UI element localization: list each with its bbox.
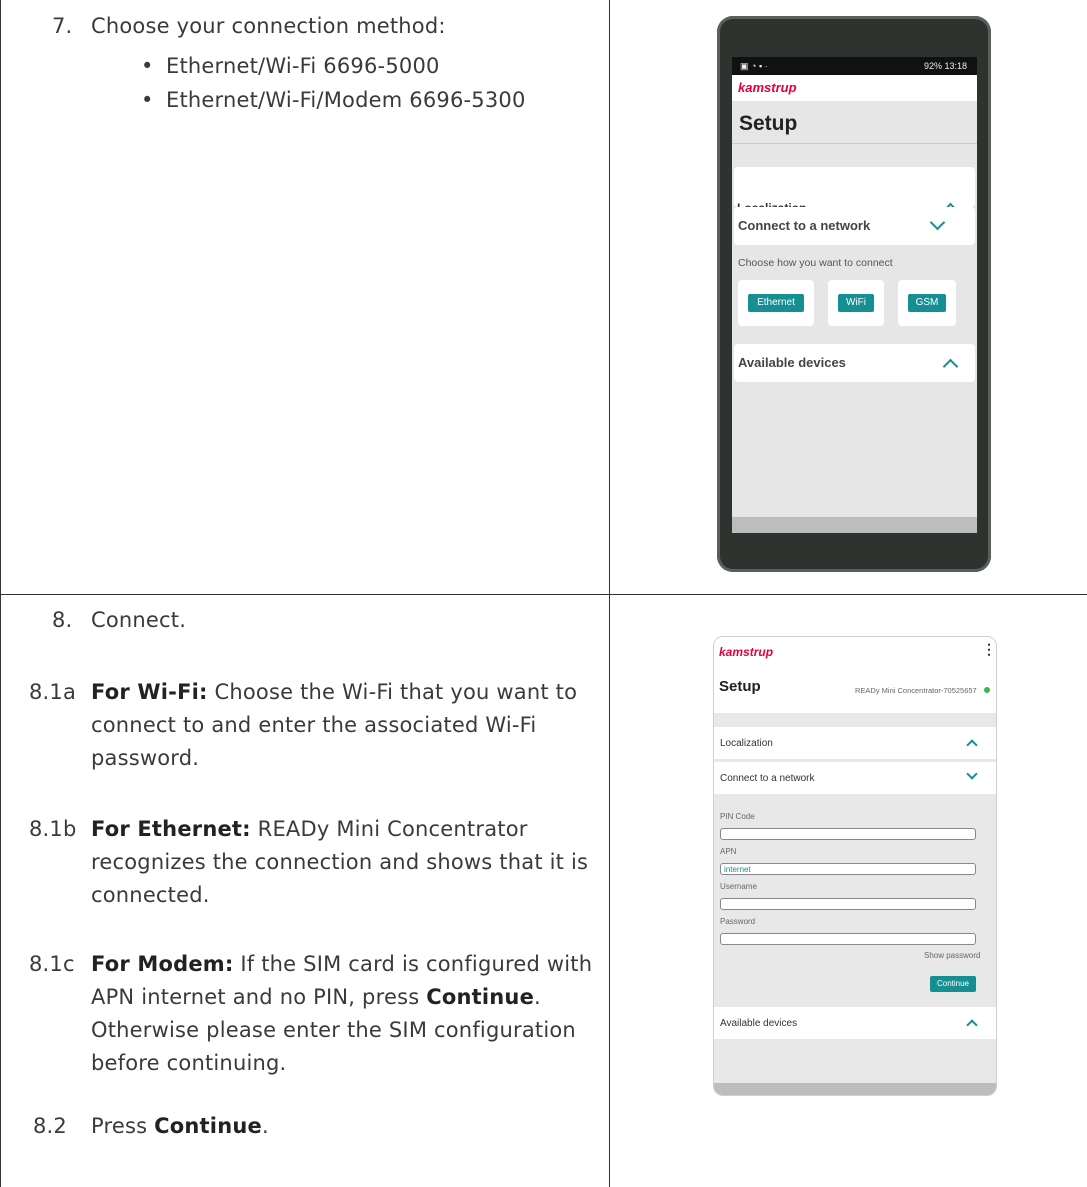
app-header: kamstrup	[732, 75, 977, 101]
step8-1b-line1: For Ethernet: READy Mini Concentrator	[91, 813, 528, 846]
continue-button[interactable]: Continue	[930, 976, 976, 992]
modem-text: If the SIM card is configured with	[240, 952, 593, 976]
step7-text: Choose your connection method:	[91, 14, 446, 38]
table-row-divider	[0, 594, 1087, 595]
connect-network-label: Connect to a network	[738, 218, 871, 233]
ethernet-label: For Ethernet:	[91, 817, 251, 841]
apn-field[interactable]: internet	[720, 863, 976, 875]
brand-logo: kamstrup	[738, 80, 797, 95]
connect-prompt: Choose how you want to connect	[738, 257, 893, 269]
gsm-option-card[interactable]: GSM	[898, 280, 956, 326]
show-password-link[interactable]: Show password	[924, 951, 980, 960]
app-screenshot: kamstrup ⋮ Setup READy Mini Concentrator…	[713, 636, 997, 1096]
wifi-button[interactable]: WiFi	[838, 294, 874, 312]
apn-label: APN	[720, 847, 737, 856]
step8-number: 8.	[52, 608, 73, 632]
page-title: Setup	[719, 678, 761, 695]
step8-text: Connect.	[91, 608, 187, 632]
step8-1a-line2: connect to and enter the associated Wi-F…	[91, 713, 537, 737]
notification-icons: ▣ ◔ ▪ ·	[740, 61, 768, 71]
step8-1c-line4: before continuing.	[91, 1051, 287, 1075]
step8-1a-line1: For Wi-Fi: Choose the Wi-Fi that you wan…	[91, 676, 577, 709]
localization-card[interactable]: Localization	[714, 727, 996, 759]
username-field[interactable]	[720, 898, 976, 910]
continue-ref: Continue	[154, 1114, 262, 1138]
ethernet-text: READy Mini Concentrator	[257, 817, 528, 841]
step8-2-number: 8.2	[33, 1114, 67, 1138]
step8-2-line: Press Continue.	[91, 1114, 269, 1138]
chevron-down-icon[interactable]	[929, 214, 946, 231]
localization-partial-label: Localization	[737, 197, 806, 207]
bullet-icon: •	[141, 88, 154, 112]
step8-1c-number: 8.1c	[29, 952, 75, 976]
ethernet-button[interactable]: Ethernet	[748, 294, 804, 312]
modem-text-2: APN internet and no PIN, press	[91, 985, 420, 1009]
connect-network-card[interactable]: Connect to a network	[714, 762, 996, 794]
step7-bullet-1: Ethernet/Wi-Fi 6696-5000	[166, 54, 440, 78]
password-field[interactable]	[720, 933, 976, 945]
chevron-up-icon[interactable]	[966, 1019, 978, 1031]
wifi-option-card[interactable]: WiFi	[828, 280, 884, 326]
press-text: Press	[91, 1114, 148, 1138]
device-name: READy Mini Concentrator-70525657	[855, 686, 977, 695]
gsm-button[interactable]: GSM	[908, 294, 946, 312]
step8-1b-line3: connected.	[91, 883, 210, 907]
bottom-bar	[714, 1083, 996, 1095]
password-label: Password	[720, 917, 756, 926]
available-devices-label: Available devices	[720, 1018, 798, 1029]
step8-1c-line2: APN internet and no PIN, press Continue.	[91, 985, 541, 1009]
username-label: Username	[720, 882, 757, 891]
bullet-icon: •	[141, 54, 154, 78]
continue-ref: Continue	[426, 985, 535, 1009]
status-right: 92% 13:18	[923, 61, 967, 71]
brand-logo: kamstrup	[719, 645, 774, 659]
step7-number: 7.	[52, 14, 73, 38]
bottom-bar	[732, 517, 977, 533]
page-title: Setup	[739, 112, 798, 135]
chevron-up-icon[interactable]	[966, 739, 978, 751]
pin-field[interactable]	[720, 828, 976, 840]
step8-1a-line3: password.	[91, 746, 200, 770]
localization-card[interactable]: Localization	[734, 167, 975, 219]
step8-1c-line1: For Modem: If the SIM card is configured…	[91, 948, 592, 981]
more-options-icon[interactable]: ⋮	[982, 641, 996, 658]
ethernet-option-card[interactable]: Ethernet	[738, 280, 814, 326]
step7-bullet-2: Ethernet/Wi-Fi/Modem 6696-5300	[166, 88, 526, 112]
available-devices-card[interactable]: Available devices	[714, 1007, 996, 1039]
wifi-text: Choose the Wi-Fi that you want to	[214, 680, 578, 704]
step8-1c-line3: Otherwise please enter the SIM configura…	[91, 1018, 576, 1042]
pin-label: PIN Code	[720, 812, 755, 821]
localization-label: Localization	[720, 738, 773, 749]
connect-network-label: Connect to a network	[720, 773, 815, 784]
step8-1a-number: 8.1a	[29, 680, 77, 704]
phone-screen: ▣ ◔ ▪ · 92% 13:18 kamstrup Setup Localiz…	[732, 57, 977, 533]
divider	[732, 143, 977, 144]
available-devices-card[interactable]: Available devices	[734, 344, 975, 382]
status-dot-icon	[984, 687, 990, 693]
chevron-up-icon[interactable]	[942, 358, 959, 375]
connect-network-card[interactable]: Connect to a network	[734, 207, 975, 245]
modem-label: For Modem:	[91, 952, 234, 976]
chevron-down-icon[interactable]	[966, 768, 978, 780]
app-header: kamstrup ⋮ Setup READy Mini Concentrator…	[714, 637, 996, 713]
step8-1b-number: 8.1b	[29, 817, 77, 841]
status-bar: ▣ ◔ ▪ · 92% 13:18	[732, 57, 977, 75]
step8-1b-line2: recognizes the connection and shows that…	[91, 850, 589, 874]
available-devices-label: Available devices	[738, 355, 846, 370]
wifi-label: For Wi-Fi:	[91, 680, 208, 704]
